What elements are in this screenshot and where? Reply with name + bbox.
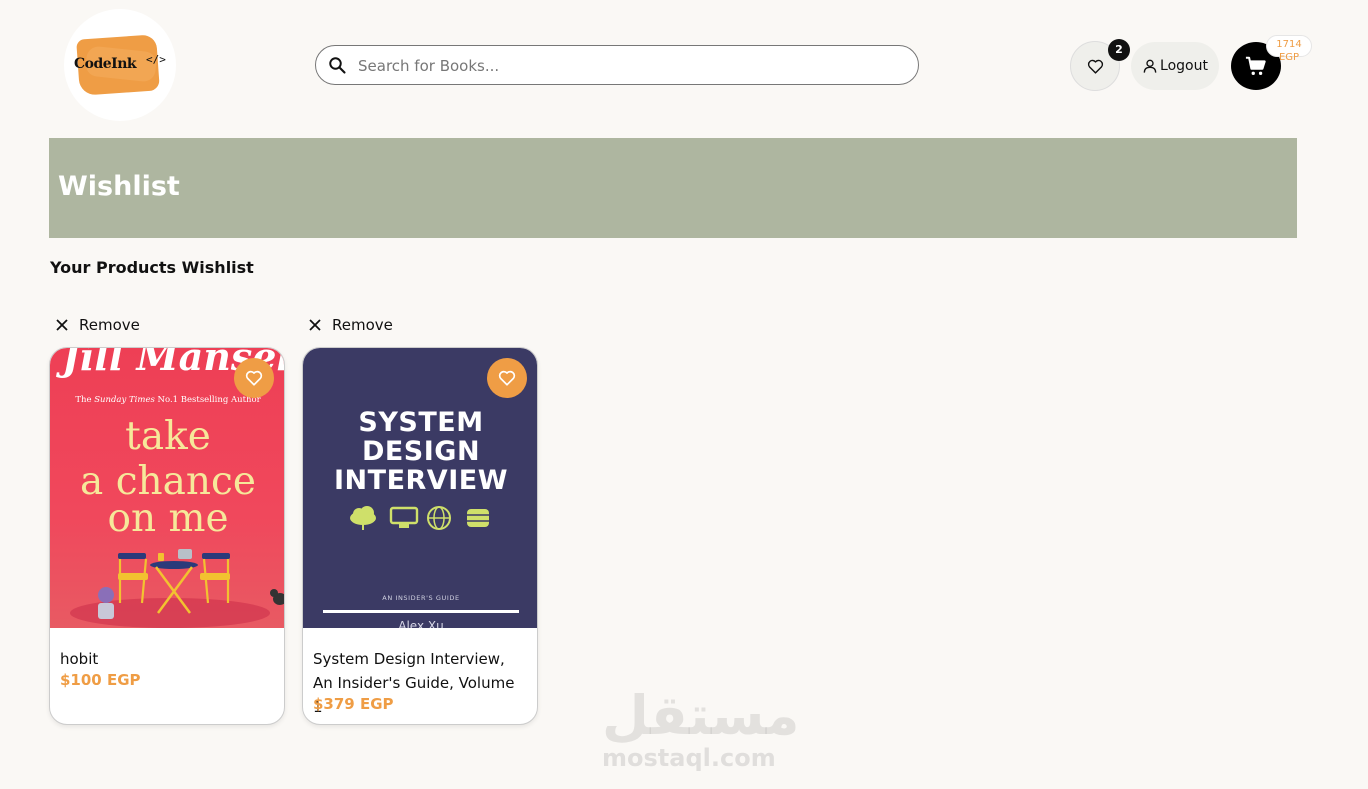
product-title[interactable]: hobit xyxy=(60,647,272,671)
cart-total-badge: 1714 EGP xyxy=(1266,35,1312,63)
logout-button[interactable]: Logout xyxy=(1131,42,1219,90)
watermark-arabic: مستقل xyxy=(602,684,800,747)
cart-total-amount: 1714 xyxy=(1276,39,1302,50)
heart-icon xyxy=(498,370,516,386)
section-subtitle: Your Products Wishlist xyxy=(50,258,254,277)
product-price: $379 EGP xyxy=(313,695,394,713)
search-bar xyxy=(315,45,919,85)
cafe-table-illustration xyxy=(98,549,284,619)
heart-icon xyxy=(1087,59,1104,74)
logout-label: Logout xyxy=(1160,58,1208,74)
cover-author: Alex Xu xyxy=(398,619,444,628)
remove-label: Remove xyxy=(332,316,393,334)
wishlist-count-badge: 2 xyxy=(1108,39,1130,61)
product-price: $100 EGP xyxy=(60,671,141,689)
logo-text: CodeInk xyxy=(74,56,137,72)
cover-tagline-post: No.1 Bestselling Author xyxy=(157,395,261,405)
product-card[interactable]: SYSTEM DESIGN INTERVIEW AN INSIDER'S GUI… xyxy=(302,347,538,725)
search-icon xyxy=(329,57,346,74)
cover-guide-text: AN INSIDER'S GUIDE xyxy=(382,594,460,602)
product-card[interactable]: Jill Mansell The Sunday Times No.1 Bests… xyxy=(49,347,285,725)
page-banner: Wishlist xyxy=(49,138,1297,238)
cart-total-currency: EGP xyxy=(1278,52,1300,63)
remove-label: Remove xyxy=(79,316,140,334)
user-icon xyxy=(1143,59,1157,73)
wishlist-heart-button[interactable] xyxy=(487,358,527,398)
cover-title-line: take xyxy=(125,414,211,459)
logo-mark: </> xyxy=(146,53,166,66)
page-title: Wishlist xyxy=(58,171,180,202)
close-icon xyxy=(309,319,321,331)
cover-title-line: SYSTEM xyxy=(358,407,484,438)
cover-title-line: DESIGN xyxy=(361,436,481,467)
close-icon xyxy=(56,319,68,331)
logo[interactable]: CodeInk </> xyxy=(64,9,176,121)
cover-title-line: on me xyxy=(107,496,229,541)
search-input[interactable] xyxy=(356,52,900,80)
remove-button[interactable]: Remove xyxy=(308,316,393,334)
watermark-latin: mostaql.com xyxy=(602,744,776,772)
cover-title-line: INTERVIEW xyxy=(334,465,508,496)
cover-divider xyxy=(323,610,519,613)
cover-tagline-pre: The xyxy=(75,395,92,405)
wishlist-heart-button[interactable] xyxy=(234,358,274,398)
cart-icon xyxy=(1245,56,1266,75)
tech-icons-illustration xyxy=(350,506,489,530)
cover-tagline-italic: Sunday Times xyxy=(94,395,155,405)
remove-button[interactable]: Remove xyxy=(55,316,140,334)
heart-icon xyxy=(245,370,263,386)
